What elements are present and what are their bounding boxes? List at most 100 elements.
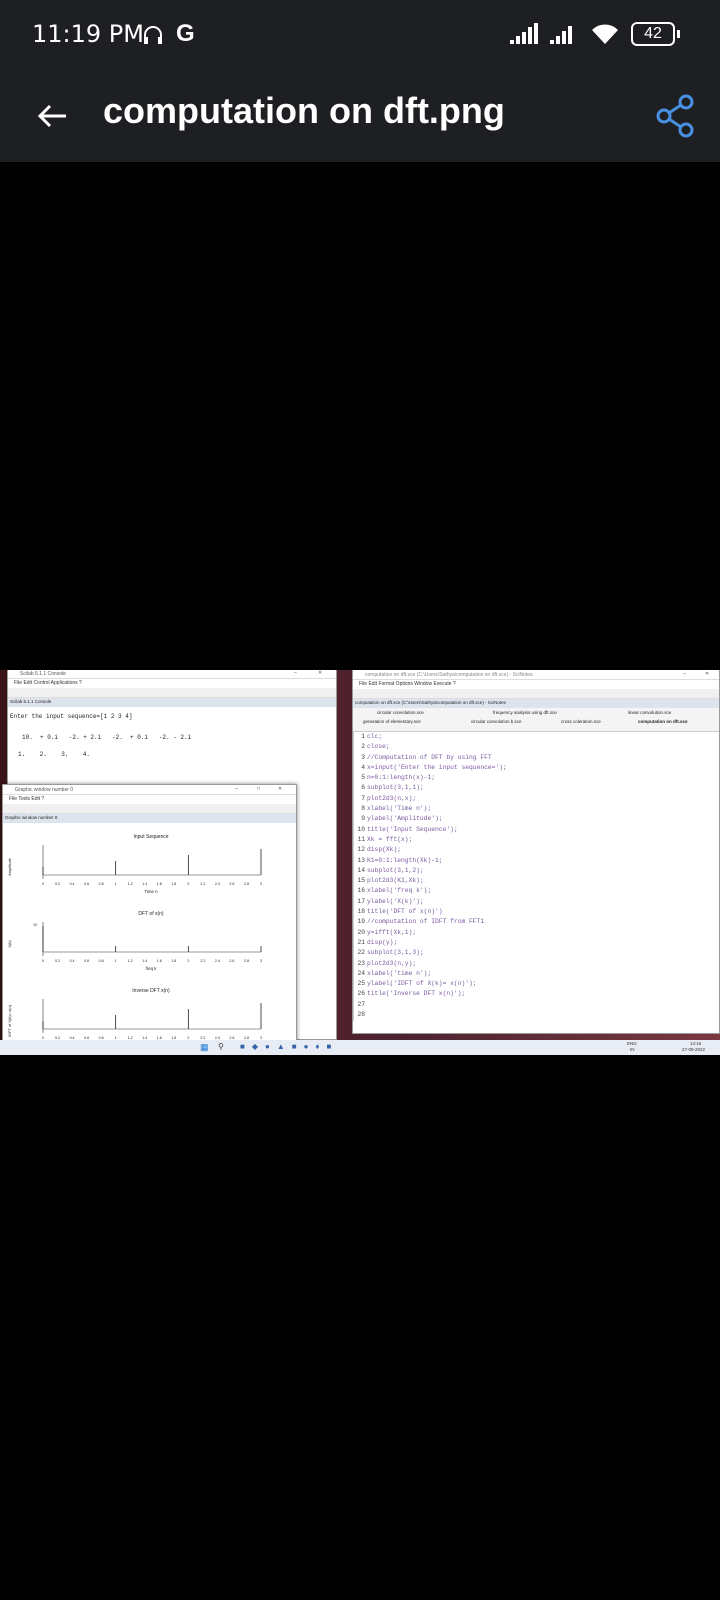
code-line[interactable]: 26 title('Inverse DFT x(n)'); xyxy=(356,990,719,1000)
taskbar-lang[interactable]: ENG xyxy=(627,1041,637,1046)
graphic-title: Graphic window number 0 xyxy=(15,787,74,793)
search-icon[interactable]: ⚲ xyxy=(218,1042,224,1051)
code-line[interactable]: 24 xlabel('time n'); xyxy=(356,970,719,980)
line-number: 24 xyxy=(357,969,365,977)
minimize-icon[interactable]: – xyxy=(683,671,686,677)
x-tick-label: 2.6 xyxy=(229,959,234,963)
console-toolbar[interactable] xyxy=(8,688,336,698)
graphic-maximize-icon[interactable]: □ xyxy=(257,786,260,792)
code-editor[interactable]: 1 clc; 2 close; 3//Computation of DFT by usi… xyxy=(353,732,719,1022)
code-line[interactable]: 1 clc; xyxy=(356,733,719,743)
x-tick-label: 0.2 xyxy=(55,959,60,963)
graphic-titlebar: Graphic window number 0 – □ ✕ xyxy=(3,785,296,795)
plot-title: Inverse DFT x(n) xyxy=(132,988,170,994)
plot-xlabel: Time n xyxy=(144,889,158,894)
plot-title: Input Sequence xyxy=(133,834,168,840)
x-tick-label: 2.2 xyxy=(200,959,205,963)
plot-area: Input Sequence Amplitude 0 0.2 0.4 0.6 0.8 1 1.2… xyxy=(7,834,262,1048)
tab-circular-convolution[interactable]: circular convolution.sce xyxy=(377,710,424,715)
code-line[interactable]: 22 subplot(3,1,3); xyxy=(356,949,719,959)
tab-generation-elementary[interactable]: generation of elementary.sce xyxy=(363,719,421,724)
line-number: 22 xyxy=(357,949,365,957)
graphic-close-icon[interactable]: ✕ xyxy=(278,786,282,792)
code-line[interactable]: 3//Computation of DFT by using FFT xyxy=(356,754,719,764)
code-line[interactable]: 14 subplot(3,1,2); xyxy=(356,867,719,877)
line-number: 13 xyxy=(357,856,365,864)
graphic-menu[interactable]: File Tools Edit ? xyxy=(3,795,296,804)
code-line[interactable]: 17 ylabel('X(k)'); xyxy=(356,898,719,908)
scinotes-toolbar[interactable] xyxy=(353,689,719,699)
plot-xlabel: freq k xyxy=(146,966,158,971)
x-tick-label: 2.6 xyxy=(229,882,234,886)
graphic-minimize-icon[interactable]: – xyxy=(235,786,238,792)
x-tick-label: 1.4 xyxy=(142,959,147,963)
code-line[interactable]: 6 subplot(3,1,1); xyxy=(356,784,719,794)
graphic-toolbar[interactable] xyxy=(3,804,296,814)
code-line[interactable]: 7 plot2d3(n,x); xyxy=(356,795,719,805)
code-line[interactable]: 9 ylabel('Amplitude'); xyxy=(356,815,719,825)
line-number: 27 xyxy=(357,1000,365,1008)
code-line[interactable]: 12 disp(Xk); xyxy=(356,846,719,856)
share-icon[interactable] xyxy=(652,92,700,140)
taskbar-clock-time[interactable]: 14:16 xyxy=(690,1041,701,1046)
x-tick-label: 0.4 xyxy=(70,882,75,886)
tab-computation-on-dft[interactable]: computation on dft.sce xyxy=(638,719,688,724)
line-number: 12 xyxy=(357,846,365,854)
code-line[interactable]: 15 plot2d3(K1,Xk); xyxy=(356,877,719,887)
code-line[interactable]: 4 x=input('Enter the input sequence='); xyxy=(356,764,719,774)
code-line[interactable]: 2 close; xyxy=(356,743,719,753)
console-menu[interactable]: File Edit Control Applications ? xyxy=(8,679,336,688)
status-time: 11:19 PM xyxy=(32,20,144,48)
tab-cross-coleration[interactable]: cross coleration.sce xyxy=(561,719,601,724)
scinotes-titlebar: computation on dft.sce (C:\Users\Sathya\… xyxy=(353,670,719,680)
line-number: 14 xyxy=(357,866,365,874)
x-tick-label: 1.6 xyxy=(157,882,162,886)
code-line[interactable]: 13 K1=0:1:length(Xk)-1; xyxy=(356,857,719,867)
tab-circular-convolution-b[interactable]: circular convolution b.sce xyxy=(471,719,522,724)
code-line[interactable]: 21 disp(y); xyxy=(356,939,719,949)
line-number: 19 xyxy=(357,918,365,926)
console-prompt: Enter the input sequence=[1 2 3 4] xyxy=(10,713,133,720)
code-line[interactable]: 23 plot2d3(n,y); xyxy=(356,960,719,970)
windows-start-icon[interactable]: ▦ xyxy=(200,1042,209,1053)
scinotes-menu[interactable]: File Edit Format Options Window Execute … xyxy=(353,680,719,689)
tab-linear-convolution[interactable]: linear convolution.sce xyxy=(628,710,671,715)
console-output-2: 1. 2. 3. 4. xyxy=(18,751,91,758)
code-text: xlabel('time n'); xyxy=(367,969,432,977)
code-line[interactable]: 18 title('DFT of x(n)') xyxy=(356,908,719,918)
taskbar-apps-icon[interactable]: ■◆●▲■●♦■ xyxy=(240,1042,338,1051)
console-close-icon[interactable]: ✕ xyxy=(318,670,322,676)
line-number: 20 xyxy=(357,928,365,936)
console-minimize-icon[interactable]: – xyxy=(294,670,297,676)
code-line[interactable]: 5 n=0:1:length(x)-1; xyxy=(356,774,719,784)
code-line[interactable]: 20 y=ifft(Xk,1); xyxy=(356,929,719,939)
tab-frequency-analysis[interactable]: frequency analysis using dft.sce xyxy=(493,710,557,715)
code-text: title('Input Sequence'); xyxy=(367,825,458,833)
code-text: plot2d3(n,y); xyxy=(367,959,417,967)
app-bar: computation on dft.png xyxy=(0,72,720,162)
code-text: K1=0:1:length(Xk)-1; xyxy=(367,856,443,864)
close-icon[interactable]: ✕ xyxy=(705,671,709,677)
line-number: 1 xyxy=(361,733,365,740)
console-title: Scilab 6.1.1 Console xyxy=(20,671,66,677)
x-tick-label: 2.4 xyxy=(215,882,220,886)
line-number: 4 xyxy=(361,763,365,771)
line-number: 21 xyxy=(357,938,365,946)
x-tick-label: 1 xyxy=(115,959,117,963)
code-line[interactable]: 27 xyxy=(356,1001,719,1011)
line-number: 3 xyxy=(361,753,365,761)
code-line[interactable]: 28 xyxy=(356,1011,719,1021)
code-line[interactable]: 11 Xk = fft(x); xyxy=(356,836,719,846)
line-number: 23 xyxy=(357,959,365,967)
code-line[interactable]: 25 ylabel('IDFT of X(k)= x(n)'); xyxy=(356,980,719,990)
x-tick-label: 1.8 xyxy=(171,882,176,886)
code-line[interactable]: 19//computation of IDFT from FFT1 xyxy=(356,918,719,928)
line-number: 2 xyxy=(361,743,365,751)
code-line[interactable]: 8 xlabel('Time n'); xyxy=(356,805,719,815)
signal-icon-2 xyxy=(550,26,572,44)
back-arrow-icon[interactable] xyxy=(30,94,74,138)
x-tick-label: 1.8 xyxy=(171,959,176,963)
battery-icon: 42 xyxy=(631,22,675,46)
code-line[interactable]: 10 title('Input Sequence'); xyxy=(356,826,719,836)
code-line[interactable]: 16 xlabel('freq k'); xyxy=(356,887,719,897)
